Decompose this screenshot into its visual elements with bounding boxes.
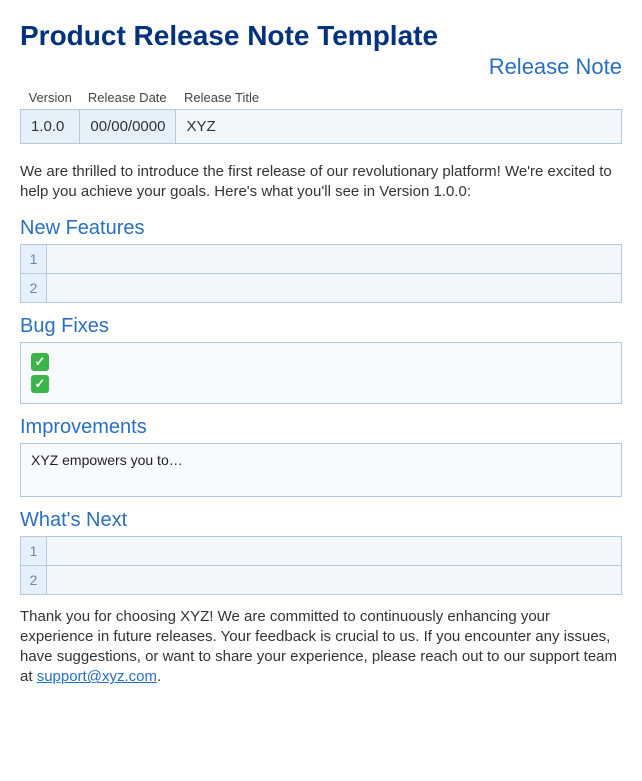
bug-fixes-box: ✓ ✓: [20, 342, 622, 404]
col-title: Release Title: [176, 86, 622, 110]
improvements-text: XYZ empowers you to…: [31, 452, 183, 468]
page-subtitle: Release Note: [20, 54, 622, 80]
table-header-row: Version Release Date Release Title: [21, 86, 622, 110]
support-email-link[interactable]: support@xyz.com: [37, 668, 157, 685]
heading-bug-fixes: Bug Fixes: [20, 315, 622, 338]
item-number: 1: [21, 244, 47, 273]
page-title: Product Release Note Template: [20, 20, 622, 52]
item-body: [47, 536, 622, 565]
version-table: Version Release Date Release Title 1.0.0…: [20, 86, 622, 144]
cell-version: 1.0.0: [21, 110, 80, 144]
item-number: 2: [21, 273, 47, 302]
item-number: 2: [21, 565, 47, 594]
list-item: 2: [21, 565, 622, 594]
heading-whats-next: What's Next: [20, 509, 622, 532]
item-body: [47, 565, 622, 594]
item-number: 1: [21, 536, 47, 565]
item-body: [47, 244, 622, 273]
list-item: 1: [21, 244, 622, 273]
check-icon: ✓: [31, 353, 49, 371]
cell-date: 00/00/0000: [80, 110, 176, 144]
whats-next-list: 1 2: [20, 536, 622, 595]
heading-new-features: New Features: [20, 217, 622, 240]
list-item: ✓: [31, 351, 611, 373]
list-item: 2: [21, 273, 622, 302]
table-row: 1.0.0 00/00/0000 XYZ: [21, 110, 622, 144]
intro-paragraph: We are thrilled to introduce the first r…: [20, 162, 622, 203]
closing-paragraph: Thank you for choosing XYZ! We are commi…: [20, 607, 622, 688]
heading-improvements: Improvements: [20, 416, 622, 439]
item-body: [47, 273, 622, 302]
list-item: 1: [21, 536, 622, 565]
list-item: ✓: [31, 373, 611, 395]
col-date: Release Date: [80, 86, 176, 110]
check-icon: ✓: [31, 375, 49, 393]
improvements-box: XYZ empowers you to…: [20, 443, 622, 497]
new-features-list: 1 2: [20, 244, 622, 303]
cell-title: XYZ: [176, 110, 622, 144]
closing-post: .: [157, 668, 161, 685]
col-version: Version: [21, 86, 80, 110]
